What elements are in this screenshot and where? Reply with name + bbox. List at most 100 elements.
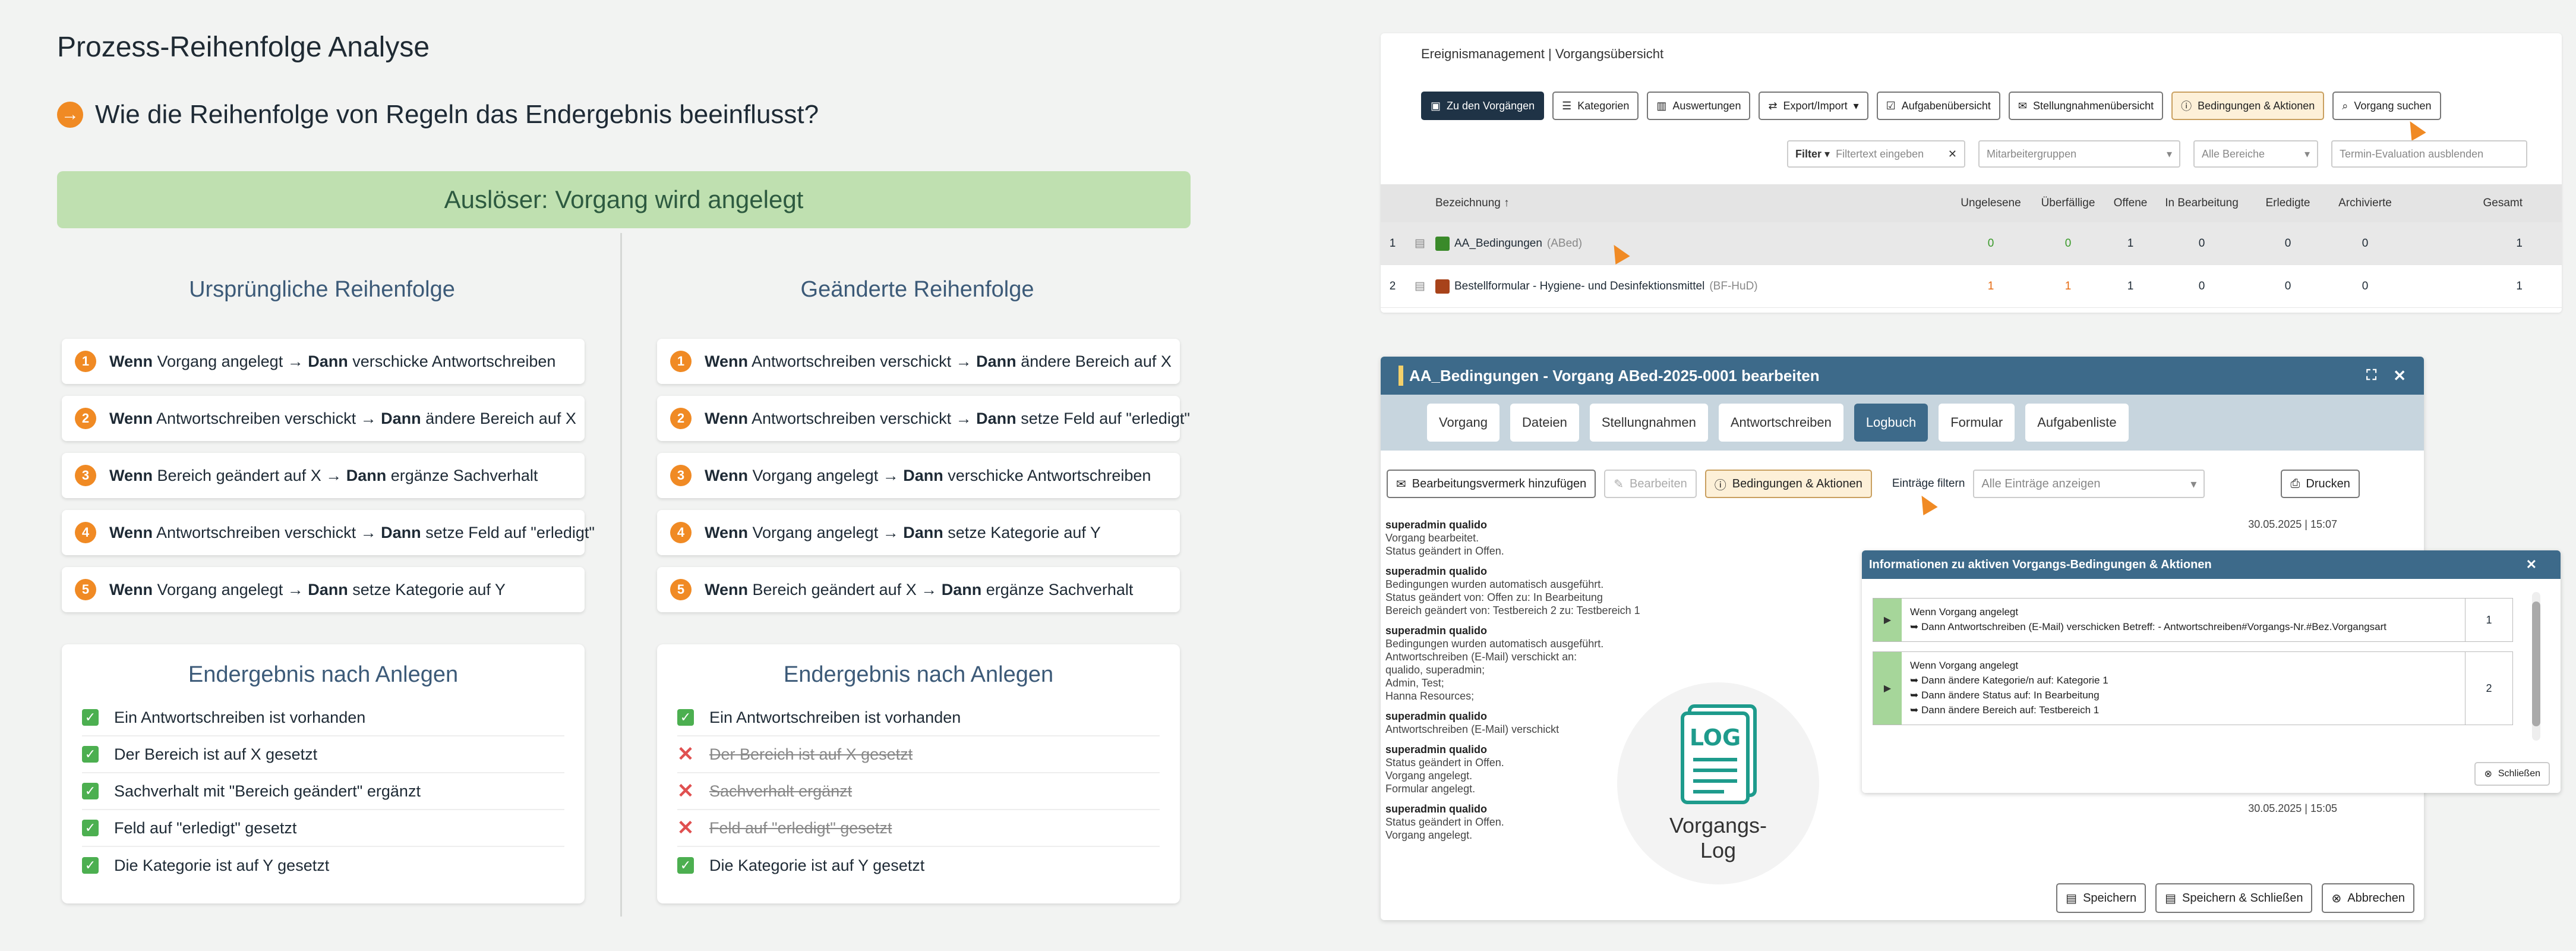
close-icon[interactable]: ✕ — [2393, 367, 2406, 385]
result-text: Feld auf "erledigt" gesetzt — [709, 818, 892, 837]
tab-stellungnahmen[interactable]: Stellungnahmen — [1589, 404, 1708, 442]
column-header[interactable]: Offene — [2107, 197, 2154, 210]
tab-aufgabenliste[interactable]: Aufgabenliste — [2025, 404, 2129, 442]
clear-icon[interactable]: ✕ — [1948, 148, 1957, 160]
when-keyword: Wenn — [109, 409, 153, 427]
rule-row: 2 Wenn Antwortschreiben verschickt → Dann… — [62, 396, 585, 441]
edit-button[interactable]: ✎ Bearbeiten — [1604, 470, 1697, 498]
log-line: Vorgang angelegt. — [1385, 770, 1473, 782]
cancel-button[interactable]: ⊗ Abbrechen — [2322, 883, 2414, 913]
expand-icon[interactable]: ⛶ — [2366, 367, 2376, 384]
list-icon: ☰ — [1562, 99, 1572, 112]
count-cell: 0 — [1987, 237, 1994, 250]
row-name[interactable]: AA_Bedingungen (ABed) — [1435, 236, 1952, 251]
add-note-button[interactable]: ✉ Bearbeitungsvermerk hinzufügen — [1387, 470, 1596, 498]
condition-row[interactable]: ▶ Wenn Vorgang angelegt ➥ Dann ändere Kate… — [1873, 651, 2513, 725]
condition-line: Wenn Vorgang angelegt — [1910, 660, 2019, 671]
filter-placeholder: Filtertext eingeben — [1836, 147, 1924, 160]
rule-text: Wenn Antwortschreiben verschickt → Dann … — [109, 410, 576, 428]
row-name-text: Bestellformular - Hygiene- und Desinfekt… — [1454, 279, 1705, 292]
step-number: 5 — [75, 579, 96, 600]
rule-action: ändere Bereich auf X — [425, 409, 576, 427]
caret-down-icon: ▾ — [2304, 147, 2310, 160]
log-line: qualido, superadmin; — [1385, 664, 1485, 676]
check-icon: ✓ — [82, 820, 99, 836]
original-rules-list: 1 Wenn Vorgang angelegt → Dann verschicke… — [62, 339, 595, 624]
comment-icon: ✉ — [2018, 99, 2027, 112]
then-keyword: Dann — [346, 466, 387, 484]
count-cell: 1 — [2516, 279, 2523, 292]
when-keyword: Wenn — [705, 466, 748, 484]
conditions-actions-button[interactable]: ⓘ Bedingungen & Aktionen — [1704, 470, 1872, 498]
column-header[interactable]: Überfällige — [2029, 197, 2107, 210]
result-item: ✕ Feld auf "erledigt" gesetzt — [677, 810, 1160, 847]
tab-vorgang[interactable]: Vorgang — [1427, 404, 1499, 442]
log-filter-select[interactable]: Alle Einträge anzeigen ▾ — [1973, 470, 2205, 498]
categories-button[interactable]: ☰ Kategorien — [1552, 92, 1639, 120]
step-number: 2 — [670, 408, 692, 429]
step-number: 3 — [75, 465, 96, 486]
column-header[interactable]: Bezeichnung ↑ — [1435, 197, 1952, 210]
when-keyword: Wenn — [705, 523, 748, 541]
log-entry: superadmin qualido Antwortschreiben (E-Ma… — [1385, 710, 1559, 736]
changed-rules-list: 1 Wenn Antwortschreiben verschickt → Dann… — [657, 339, 1190, 624]
column-header[interactable]: Erledigte — [2249, 197, 2326, 210]
column-header[interactable]: In Bearbeitung — [2154, 197, 2249, 210]
column-header[interactable]: Ungelesene — [1952, 197, 2029, 210]
employee-group-select[interactable]: Mitarbeitergruppen ▾ — [1978, 140, 2180, 168]
column-header[interactable]: Archivierte — [2326, 197, 2404, 210]
filter-input[interactable]: Filter ▾ Filtertext eingeben ✕ — [1787, 140, 1965, 168]
condition-row[interactable]: ▶ Wenn Vorgang angelegt ➥ Dann Antwortschr… — [1873, 598, 2513, 642]
count-cell: 0 — [2284, 279, 2291, 292]
task-icon: ☑ — [1886, 99, 1896, 112]
save-button[interactable]: ▤ Speichern — [2056, 883, 2146, 913]
play-icon[interactable]: ▶ — [1873, 599, 1902, 641]
statements-overview-button[interactable]: ✉ Stellungnahmenübersicht — [2008, 92, 2164, 120]
scrollbar[interactable] — [2532, 592, 2540, 741]
page-title: Prozess-Reihenfolge Analyse — [57, 32, 430, 63]
when-keyword: Wenn — [109, 352, 153, 370]
step-number: 1 — [670, 351, 692, 372]
tab-dateien[interactable]: Dateien — [1510, 404, 1579, 442]
result-text: Die Kategorie ist auf Y gesetzt — [709, 856, 925, 874]
rule-text: Wenn Vorgang angelegt → Dann setze Kateg… — [705, 524, 1101, 542]
export-import-button[interactable]: ⇄ Export/Import ▾ — [1759, 92, 1868, 120]
original-result-card: Endergebnis nach Anlegen ✓ Ein Antwortsch… — [62, 644, 585, 903]
check-icon: ✓ — [82, 857, 99, 874]
tab-formular[interactable]: Formular — [1939, 404, 2015, 442]
then-keyword: Dann — [381, 523, 421, 541]
table-row[interactable]: 1 ▤ AA_Bedingungen (ABed) 0 0 1 0 0 0 1 — [1381, 222, 2562, 265]
reports-button[interactable]: ▥ Auswertungen — [1647, 92, 1751, 120]
print-button[interactable]: ⎙ Drucken — [2281, 470, 2360, 498]
save-close-button[interactable]: ▤ Speichern & Schließen — [2155, 883, 2313, 913]
search-case-button[interactable]: ⌕ Vorgang suchen — [2332, 92, 2441, 120]
to-cases-button[interactable]: ▣ Zu den Vorgängen — [1421, 92, 1545, 120]
caret-down-icon: ▾ — [1824, 147, 1830, 160]
log-icon-text: LOG — [1690, 725, 1741, 751]
page-subtitle: → Wie die Reihenfolge von Regeln das End… — [57, 100, 819, 130]
tab-logbuch[interactable]: Logbuch — [1854, 404, 1928, 442]
condition-line: ➥ Dann ändere Status auf: In Bearbeitung — [1910, 689, 2100, 701]
count-cell: 0 — [2198, 237, 2205, 250]
log-label: Vorgangs- Log — [1669, 813, 1767, 862]
area-select[interactable]: Alle Bereiche ▾ — [2193, 140, 2318, 168]
close-button[interactable]: ⊗ Schließen — [2474, 762, 2550, 786]
task-overview-button[interactable]: ☑ Aufgabenübersicht — [1876, 92, 2000, 120]
when-keyword: Wenn — [705, 580, 748, 599]
caret-down-icon: ▾ — [2190, 477, 2197, 491]
changed-order-column: Geänderte Reihenfolge — [650, 277, 1185, 303]
filter-label: Filter — [1795, 147, 1822, 160]
condition-text: Wenn Vorgang angelegt ➥ Dann ändere Kateg… — [1902, 652, 2465, 725]
tab-antwortschreiben[interactable]: Antwortschreiben — [1718, 404, 1843, 442]
arrow-right-icon: → — [57, 102, 83, 128]
conditions-actions-button[interactable]: ⓘ Bedingungen & Aktionen — [2171, 92, 2325, 120]
row-name[interactable]: Bestellformular - Hygiene- und Desinfekt… — [1435, 279, 1952, 294]
filter-row: Filter ▾ Filtertext eingeben ✕ Mitarbeit… — [1787, 140, 2527, 168]
close-icon[interactable]: ✕ — [2526, 557, 2537, 572]
table-row[interactable]: 2 ▤ Bestellformular - Hygiene- und Desinfe… — [1381, 265, 2562, 308]
evaluation-select[interactable]: Termin-Evaluation ausblenden — [2331, 140, 2527, 168]
rule-condition: Vorgang angelegt → — [157, 580, 304, 599]
column-header[interactable]: Gesamt — [2404, 197, 2523, 210]
chart-icon: ▥ — [1656, 99, 1667, 112]
play-icon[interactable]: ▶ — [1873, 652, 1902, 725]
